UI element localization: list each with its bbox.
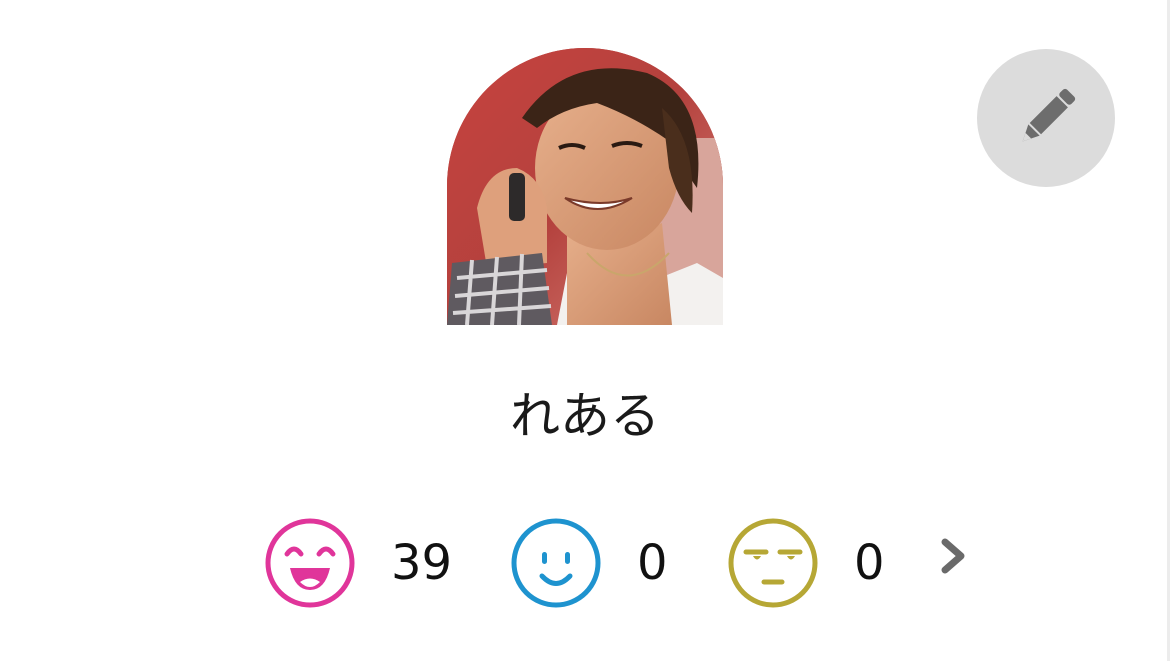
unamused-face-icon (728, 518, 818, 608)
profile-name: れある (510, 387, 660, 445)
reaction-smile[interactable]: 0 (509, 516, 668, 610)
reaction-laugh[interactable]: 39 (263, 516, 452, 610)
reaction-unamused-count: 0 (854, 535, 885, 591)
chevron-right-icon[interactable] (936, 536, 970, 576)
reaction-unamused[interactable]: 0 (726, 516, 885, 610)
reaction-laugh-count: 39 (391, 535, 453, 591)
edit-profile-button[interactable] (977, 49, 1115, 187)
pencil-icon (1022, 88, 1076, 142)
reaction-smile-count: 0 (637, 535, 668, 591)
user-photo (447, 48, 723, 325)
avatar[interactable] (447, 48, 723, 325)
smiling-face-icon (511, 518, 601, 608)
laughing-face-icon (265, 518, 355, 608)
